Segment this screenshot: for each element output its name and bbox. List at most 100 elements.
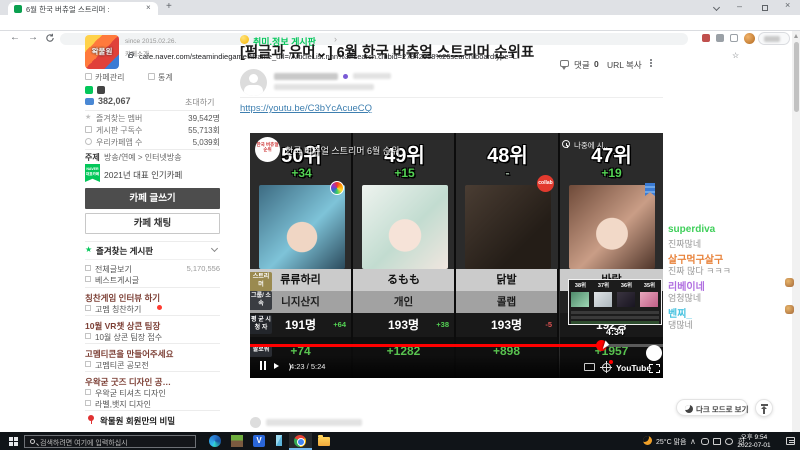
watch-later-clock-icon[interactable] bbox=[562, 140, 570, 148]
scrollbar-up-arrow[interactable] bbox=[794, 34, 798, 38]
stat-label: 게시판 구독수 bbox=[96, 126, 143, 135]
board-icon bbox=[85, 400, 91, 406]
sidebar-item-label: 고멤 칭찬하기 bbox=[95, 305, 142, 314]
pause-icon[interactable] bbox=[260, 361, 266, 370]
cafe-write-button[interactable]: 카페 글쓰기 bbox=[85, 188, 220, 209]
dark-mode-label: 다크 모드로 보기 bbox=[696, 405, 749, 414]
cafe-chat-button[interactable]: 카페 채팅 bbox=[85, 213, 220, 234]
sidebar-item-label-badge[interactable]: 라벨,뱃지 디자인 bbox=[85, 399, 220, 409]
back-icon[interactable]: ← bbox=[10, 32, 20, 43]
profile-pill[interactable] bbox=[758, 31, 790, 45]
sidebar-item-praise[interactable]: 고멤 칭찬하기 bbox=[85, 304, 220, 314]
tray-volume-icon[interactable] bbox=[725, 438, 733, 445]
sidebar-item-label: 우왁굳 티셔츠 디자인 bbox=[95, 389, 166, 398]
window-minimize-button[interactable]: – bbox=[737, 1, 742, 11]
chevron-down-icon[interactable] bbox=[210, 244, 219, 253]
group-header-label: 10월 VR챗 상콘 팀장 bbox=[85, 321, 161, 331]
watch-later-label[interactable]: 나중에 시.. bbox=[574, 140, 608, 151]
3d-viewer-icon[interactable] bbox=[276, 435, 282, 446]
sidebar-item-best-posts[interactable]: 베스트게시글 bbox=[85, 275, 220, 285]
chart-icon bbox=[148, 73, 155, 80]
chat-message: 진짜 많다 ㅋㅋㅋ bbox=[668, 266, 731, 276]
topic-value[interactable]: 방송/연예 > 인터넷방송 bbox=[104, 152, 182, 163]
side-panel-icon[interactable] bbox=[730, 33, 738, 42]
channel-logo[interactable]: 한국 버츄얼 순위 bbox=[255, 137, 280, 162]
extensions-puzzle-icon[interactable] bbox=[716, 33, 724, 42]
cafe-stats-link[interactable]: 통계 bbox=[158, 72, 173, 83]
weather-label[interactable]: 25°C 맑음 bbox=[656, 437, 686, 447]
scrollbar-thumb[interactable] bbox=[793, 42, 799, 112]
sidebar-item-all-posts[interactable]: 전체글보기 5,170,556 bbox=[85, 264, 220, 274]
progress-bar-played[interactable] bbox=[250, 344, 602, 347]
invite-link[interactable]: 초대하기 bbox=[185, 97, 214, 108]
divider bbox=[85, 410, 220, 411]
preview-timestamp: 4:34 bbox=[605, 327, 624, 337]
forward-icon[interactable]: → bbox=[28, 32, 38, 43]
url-copy-button[interactable]: URL 복사 bbox=[607, 59, 642, 71]
preview-avatar bbox=[617, 292, 635, 307]
video-overlay-title[interactable]: 한국 버츄얼 스트리머 6월 순위 bbox=[285, 144, 399, 157]
clock-time: 오후 9:54 bbox=[740, 434, 768, 441]
sidebar-item-vrchat[interactable]: 10월 상콘 팀장 접수 bbox=[85, 332, 220, 342]
youtube-link[interactable]: https://youtu.be/C3bYcAcueCQ bbox=[240, 103, 372, 114]
start-button-icon[interactable] bbox=[9, 437, 13, 441]
volume-icon[interactable] bbox=[274, 362, 291, 372]
comment-label[interactable]: 댓글 bbox=[574, 59, 590, 71]
sidebar-item-tshirt[interactable]: 우왁굳 티셔츠 디자인 bbox=[85, 388, 220, 398]
edge-icon[interactable] bbox=[209, 435, 221, 447]
divider bbox=[85, 110, 220, 111]
members-icon bbox=[85, 98, 94, 105]
author-meta-blur bbox=[353, 73, 391, 79]
sidebar-item-label: 왁물원 회원만의 비밀 bbox=[100, 416, 176, 426]
sidebar-item-secret[interactable]: 왁물원 회원만의 비밀 bbox=[88, 415, 223, 426]
extension-icon[interactable] bbox=[702, 33, 710, 42]
v-app-icon[interactable]: V bbox=[253, 435, 265, 447]
arrow-up-icon bbox=[760, 404, 768, 414]
minecraft-icon[interactable] bbox=[231, 435, 243, 447]
weather-moon-icon[interactable] bbox=[643, 436, 652, 445]
scroll-to-top-button[interactable] bbox=[755, 399, 773, 417]
chrome-icon[interactable] bbox=[294, 434, 306, 447]
tray-expand-caret[interactable]: ∧ bbox=[690, 437, 696, 446]
taskbar-search-box[interactable]: 검색하려면 여기에 입력하십시 bbox=[24, 434, 196, 448]
stat-row: 우리카페앱 수 5,039회 bbox=[85, 137, 220, 147]
channel-watermark-icon[interactable] bbox=[646, 345, 662, 361]
taskbar-clock[interactable]: 오후 9:54 2022-07-01 bbox=[733, 434, 775, 450]
divider bbox=[85, 259, 220, 260]
stat-value: 5,039회 bbox=[192, 138, 220, 147]
chrome-taskbar-highlight[interactable] bbox=[289, 432, 312, 450]
preview-avatar bbox=[571, 292, 589, 307]
tray-link-icon[interactable] bbox=[701, 438, 709, 445]
tab-close-icon[interactable]: × bbox=[146, 3, 151, 12]
tab-search-chevron-icon[interactable] bbox=[712, 3, 721, 12]
fullscreen-icon[interactable] bbox=[649, 364, 660, 373]
dark-mode-button[interactable]: 다크 모드로 보기 bbox=[676, 399, 748, 416]
post-more-icon[interactable] bbox=[650, 59, 652, 61]
bookmark-star-icon[interactable]: ☆ bbox=[732, 51, 739, 60]
action-center-icon[interactable] bbox=[786, 437, 795, 445]
window-maximize-button[interactable] bbox=[762, 5, 768, 11]
preview-rank: 38위 bbox=[574, 283, 587, 289]
browser-profile-avatar[interactable] bbox=[744, 32, 755, 44]
browser-tab[interactable]: 6월 한국 버츄얼 스트리머 : × bbox=[8, 2, 158, 15]
window-close-button[interactable]: × bbox=[785, 0, 790, 10]
youtube-player[interactable]: 50위 49위 48위 47위 +34 +15 - +19 한국 버츄얼 순위 … bbox=[250, 133, 663, 378]
preview-rank: 35위 bbox=[643, 283, 656, 289]
miniplayer-icon[interactable] bbox=[584, 363, 595, 371]
youtube-logo[interactable]: YouTube bbox=[616, 363, 651, 373]
chat-username: superdiva bbox=[668, 224, 716, 235]
file-explorer-icon[interactable] bbox=[318, 435, 330, 447]
viewer-change: +64 bbox=[333, 320, 346, 329]
cafe-logo[interactable]: 왁물원 bbox=[85, 35, 119, 69]
tray-ime-icon[interactable] bbox=[713, 438, 721, 445]
reload-icon[interactable] bbox=[45, 33, 55, 43]
divider bbox=[85, 149, 220, 150]
sidebar-item-emoticon[interactable]: 고멤티콘 공모전 bbox=[85, 360, 220, 370]
new-tab-button[interactable]: + bbox=[166, 1, 172, 12]
comment-bubble-icon bbox=[560, 60, 569, 70]
settings-gear-icon[interactable] bbox=[600, 361, 612, 373]
divider bbox=[85, 315, 220, 316]
cafe-manage-link[interactable]: 카페관리 bbox=[95, 72, 124, 83]
author-avatar[interactable] bbox=[240, 69, 267, 96]
cafe-intro-link[interactable]: 카페소개 bbox=[125, 48, 149, 58]
